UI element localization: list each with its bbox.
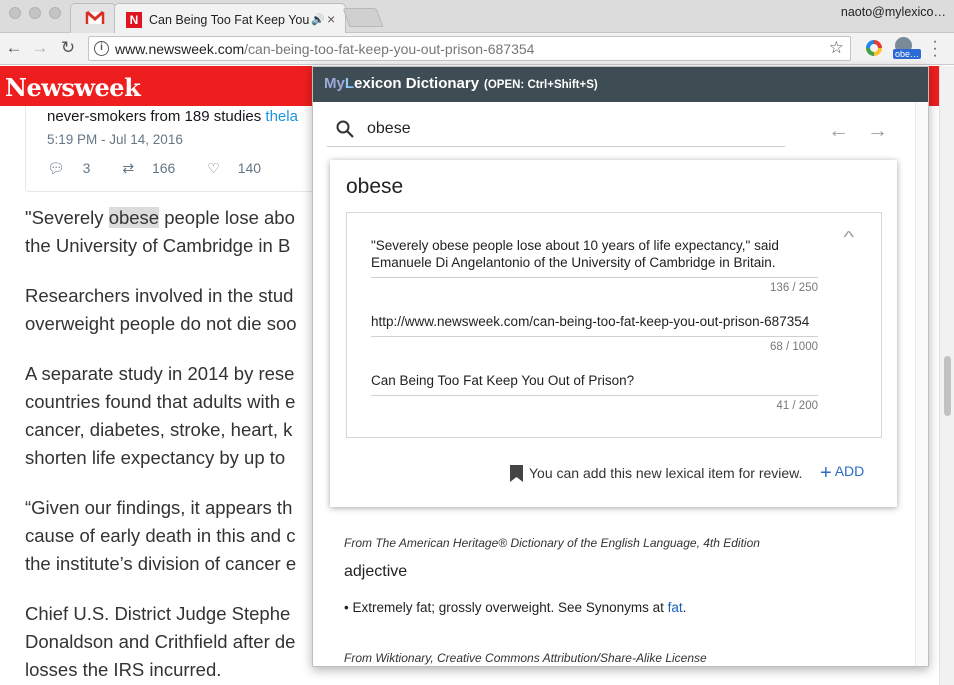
bookmark-star-icon[interactable]: ☆ xyxy=(829,38,844,58)
reply-button[interactable]: 💬︎ 3 xyxy=(47,160,104,177)
dictionary-source: From The American Heritage® Dictionary o… xyxy=(344,536,760,550)
title-field[interactable]: Can Being Too Fat Keep You Out of Prison… xyxy=(371,372,818,396)
browser-window: N Can Being Too Fat Keep You Out of Pris… xyxy=(0,0,954,685)
tab-newsweek[interactable]: N Can Being Too Fat Keep You Out of Pris… xyxy=(114,3,346,33)
tab-gmail[interactable] xyxy=(70,3,116,33)
profile-name[interactable]: naoto@mylexico… xyxy=(841,5,946,19)
add-label: ADD xyxy=(834,463,865,479)
article-line: the institute’s division of cancer e xyxy=(25,553,297,574)
tab-title: Can Being Too Fat Keep You Out of Prison… xyxy=(149,13,311,27)
dictionary-source: From Wiktionary, Creative Commons Attrib… xyxy=(344,651,707,665)
add-row: You can add this new lexical item for re… xyxy=(330,462,897,484)
card-word: obese xyxy=(346,175,404,198)
retweet-button[interactable]: ⇄ 166 xyxy=(122,160,189,177)
article-line: overweight people do not die soo xyxy=(25,313,297,334)
article-line: Chief U.S. District Judge Stephe xyxy=(25,603,291,624)
search-icon xyxy=(336,120,354,138)
definition: • Extremely fat; grossly overweight. See… xyxy=(344,600,686,615)
tweet-text: never-smokers from 189 studies thela xyxy=(47,108,298,125)
page-scrollbar[interactable] xyxy=(939,66,954,685)
audio-icon[interactable]: 🔊 xyxy=(311,13,325,26)
part-of-speech: adjective xyxy=(344,563,408,580)
close-window-button[interactable] xyxy=(9,7,21,19)
mylexicon-popup: MyLexicon Dictionary (OPEN: Ctrl+Shift+S… xyxy=(312,66,929,667)
back-button[interactable]: ← xyxy=(3,37,25,59)
url-path: /can-being-too-fat-keep-you-out-prison-6… xyxy=(244,41,535,57)
minimize-window-button[interactable] xyxy=(29,7,41,19)
article-line: countries found that adults with e xyxy=(25,391,296,412)
url-text: www.newsweek.com/can-being-too-fat-keep-… xyxy=(115,41,534,57)
chrome-extension-icon[interactable] xyxy=(866,40,882,56)
popup-header: MyLexicon Dictionary (OPEN: Ctrl+Shift+S… xyxy=(313,67,928,102)
reload-button[interactable]: ↻ xyxy=(57,37,79,59)
previous-arrow-icon[interactable]: ← xyxy=(828,119,849,143)
article-line: shorten life expectancy by up to xyxy=(25,447,286,468)
menu-icon[interactable]: · · · xyxy=(930,34,940,64)
popup-scrollbar[interactable] xyxy=(915,102,928,666)
embedded-tweet: never-smokers from 189 studies thela 5:1… xyxy=(25,106,325,192)
search-bar xyxy=(327,113,785,147)
reply-icon: 💬︎ xyxy=(47,160,65,176)
article-line: Donaldson and Crithfield after de xyxy=(25,631,296,652)
chevron-up-icon[interactable]: ^ xyxy=(844,229,855,247)
extension-badge: obe… xyxy=(893,49,922,59)
title-char-count: 41 / 200 xyxy=(776,400,818,412)
retweet-icon: ⇄ xyxy=(122,160,135,176)
newsweek-icon: N xyxy=(126,12,142,28)
article-line: “Given our findings, it appears th xyxy=(25,497,293,518)
article-line: cause of early death in this and c xyxy=(25,525,296,546)
tab-strip: N Can Being Too Fat Keep You Out of Pris… xyxy=(0,0,954,33)
url-field[interactable]: http://www.newsweek.com/can-being-too-fa… xyxy=(371,313,818,337)
gmail-icon xyxy=(85,10,105,24)
brand-rest: exicon Dictionary xyxy=(354,75,480,92)
article-line: "Severely obese people lose abo xyxy=(25,204,325,232)
lexical-item-card: obese ^ "Severely obese people lose abou… xyxy=(330,160,897,507)
sentence-char-count: 136 / 250 xyxy=(770,282,818,294)
definition-text: • Extremely fat; grossly overweight. See… xyxy=(344,600,668,615)
tab-close-icon[interactable]: × xyxy=(327,11,335,27)
plus-icon: + xyxy=(820,462,832,484)
article-line: the University of Cambridge in B xyxy=(25,235,291,256)
tweet-link[interactable]: thela xyxy=(265,108,298,125)
selected-word: obese xyxy=(108,207,160,228)
heart-icon: ♡ xyxy=(207,160,220,176)
forward-button[interactable]: → xyxy=(29,37,51,59)
like-button[interactable]: ♡ 140 xyxy=(207,160,275,177)
brand-my: My xyxy=(324,75,345,92)
bookmark-icon xyxy=(510,465,523,482)
url-host: www.newsweek.com xyxy=(115,41,245,57)
app-title: MyLexicon Dictionary xyxy=(324,75,479,92)
reply-count: 3 xyxy=(82,160,91,176)
add-message: You can add this new lexical item for re… xyxy=(529,465,803,481)
text-run: people lose abo xyxy=(159,207,295,228)
sentence-field[interactable]: "Severely obese people lose about 10 yea… xyxy=(371,237,818,278)
newsweek-logo[interactable]: Newsweek xyxy=(5,73,141,102)
definition-end: . xyxy=(682,600,687,615)
browser-toolbar: ← → ↻ i www.newsweek.com/can-being-too-f… xyxy=(0,33,954,65)
synonym-link[interactable]: fat xyxy=(668,600,683,615)
like-count: 140 xyxy=(237,160,262,176)
page-scrollbar-thumb[interactable] xyxy=(944,356,951,416)
article-line: losses the IRS incurred. xyxy=(25,659,222,680)
tweet-timestamp[interactable]: 5:19 PM - Jul 14, 2016 xyxy=(47,132,183,147)
tweet-actions: 💬︎ 3 ⇄ 166 ♡ 140 xyxy=(47,160,289,177)
mylexicon-extension-button[interactable]: obe… xyxy=(892,36,922,60)
article-line: A separate study in 2014 by rese xyxy=(25,363,295,384)
article-line: Researchers involved in the stud xyxy=(25,285,294,306)
article-line: cancer, diabetes, stroke, heart, k xyxy=(25,419,293,440)
add-button[interactable]: + ADD xyxy=(820,462,864,485)
text-run: "Severely xyxy=(25,207,109,228)
address-bar[interactable]: i www.newsweek.com/can-being-too-fat-kee… xyxy=(88,36,851,61)
next-arrow-icon[interactable]: → xyxy=(867,119,888,143)
retweet-count: 166 xyxy=(151,160,176,176)
url-char-count: 68 / 1000 xyxy=(770,341,818,353)
info-icon[interactable]: i xyxy=(94,41,109,56)
brand-l: L xyxy=(344,75,355,92)
new-tab-button[interactable] xyxy=(342,8,384,27)
shortcut-hint: (OPEN: Ctrl+Shift+S) xyxy=(484,79,598,91)
zoom-window-button[interactable] xyxy=(49,7,61,19)
search-input[interactable] xyxy=(367,118,767,140)
tweet-body: never-smokers from 189 studies xyxy=(47,108,266,125)
context-fields: ^ "Severely obese people lose about 10 y… xyxy=(346,212,882,438)
